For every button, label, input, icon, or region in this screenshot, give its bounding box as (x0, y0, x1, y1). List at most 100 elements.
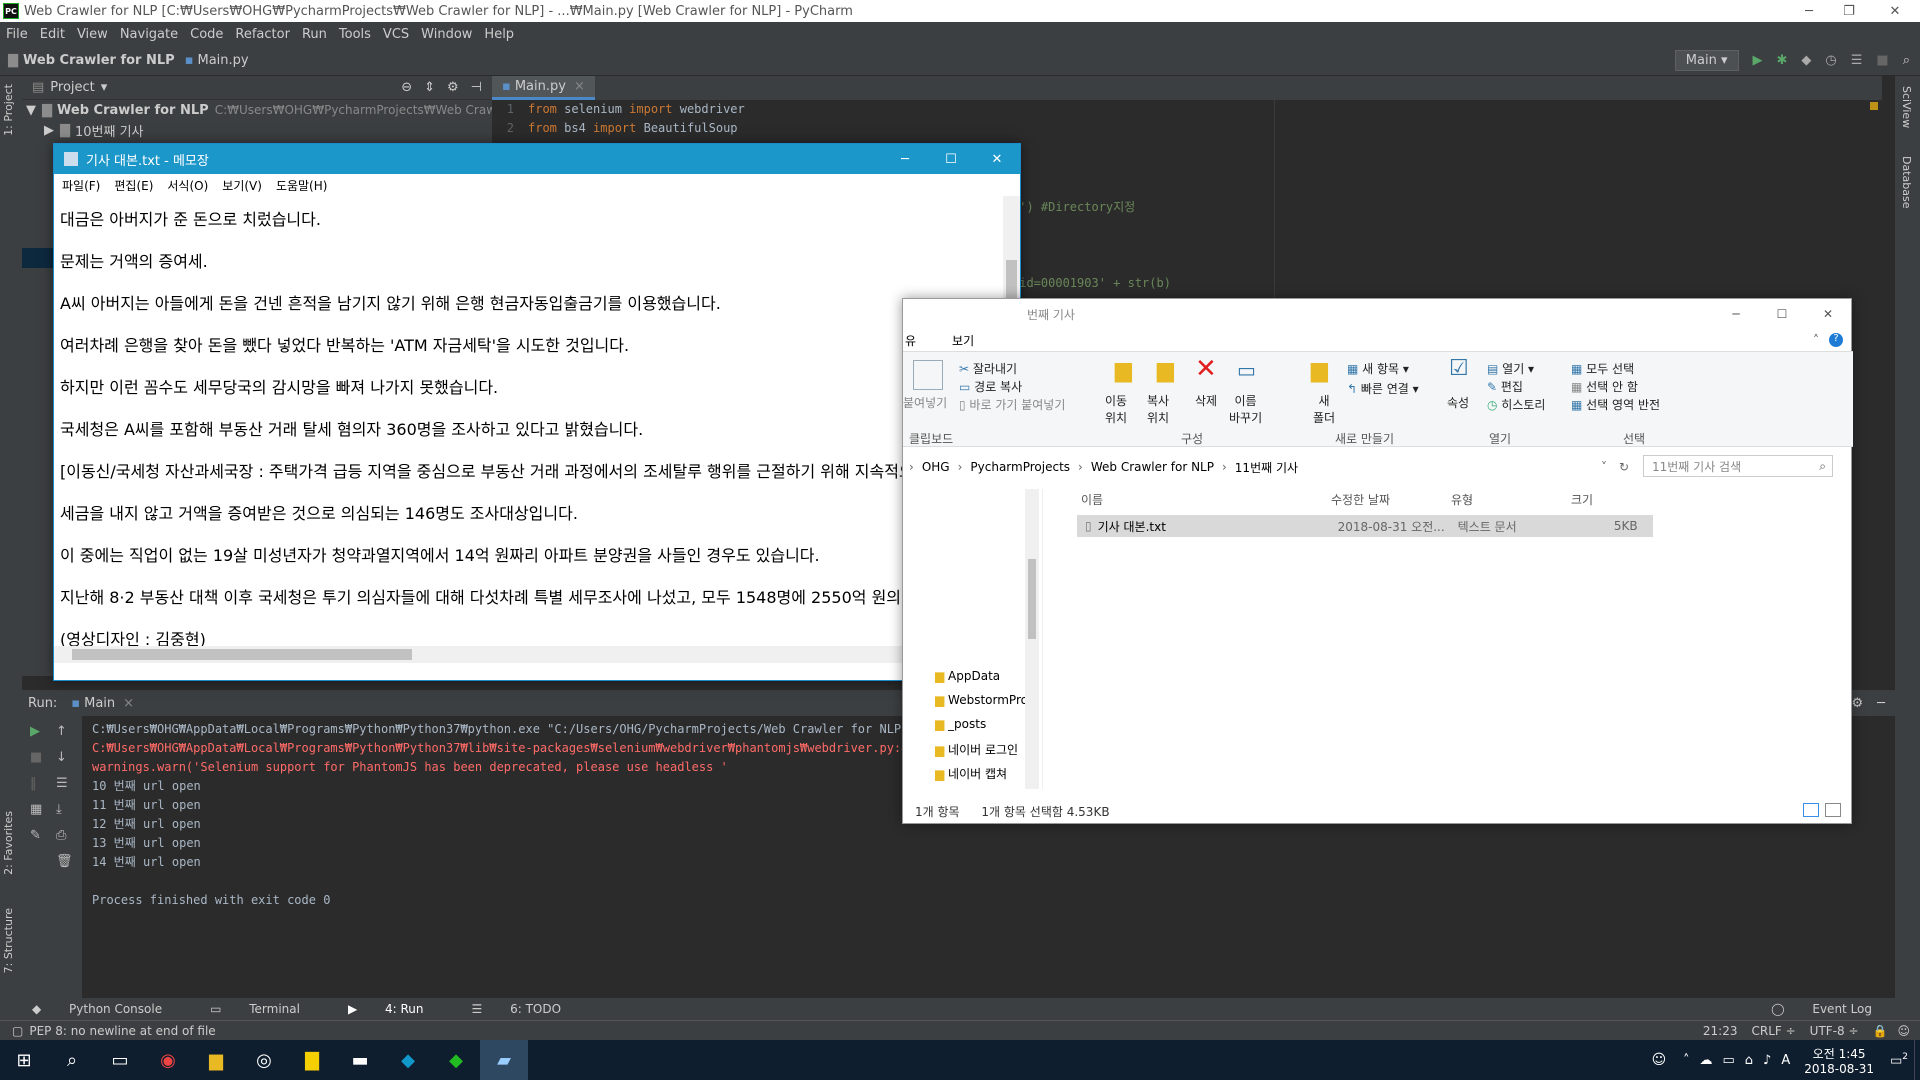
expand-icon[interactable]: ▶ (44, 123, 54, 138)
layout-icon[interactable]: ▦ (30, 802, 42, 817)
people-icon[interactable]: ☺ (1635, 1040, 1683, 1080)
edit-button[interactable]: ✎ 편집 (1487, 378, 1523, 395)
side-tab-favorites[interactable]: 2: Favorites (2, 811, 15, 875)
menu-format[interactable]: 서식(O) (167, 177, 208, 194)
volume-icon[interactable]: ♪ (1763, 1053, 1771, 1068)
run-tab-main[interactable]: Main (84, 696, 115, 711)
network-icon[interactable]: ⌂ (1745, 1053, 1753, 1068)
scroll-thumb[interactable] (1028, 559, 1036, 639)
breadcrumb-project[interactable]: Web Crawler for NLP (23, 53, 175, 68)
tab-terminal[interactable]: ▭ Terminal (210, 1002, 324, 1016)
address-segment[interactable]: Web Crawler for NLP (1091, 460, 1214, 474)
collapse-icon[interactable]: ⊖ (401, 80, 412, 95)
maximize-button[interactable]: ❐ (1826, 0, 1872, 22)
close-button[interactable]: ✕ (974, 152, 1020, 167)
cursor-position[interactable]: 21:23 (1703, 1024, 1738, 1038)
stop-icon[interactable]: ■ (1876, 53, 1888, 68)
menu-help[interactable]: Help (484, 27, 514, 42)
file-encoding[interactable]: UTF-8 ÷ (1810, 1024, 1859, 1038)
lock-icon[interactable]: 🔒 (1873, 1024, 1888, 1038)
maximize-button[interactable]: ☐ (928, 152, 974, 167)
notification-icon[interactable]: ▭2 (1890, 1052, 1908, 1068)
copy-to-button[interactable]: 복사 위치 (1147, 392, 1169, 426)
select-none-button[interactable]: ▦ 선택 안 함 (1571, 378, 1638, 395)
close-tab-icon[interactable]: × (574, 79, 585, 94)
new-item-button[interactable]: ▦ 새 항목 ▾ (1347, 360, 1409, 377)
close-button[interactable]: ✕ (1805, 307, 1851, 321)
battery-icon[interactable]: ▭ (1722, 1053, 1734, 1068)
delete-button[interactable]: 삭제 (1195, 392, 1217, 409)
menu-view[interactable]: View (77, 27, 108, 42)
nav-item[interactable]: ▆ AppData (935, 669, 1000, 683)
chevron-down-icon[interactable]: ▾ (101, 80, 108, 95)
inspector-icon[interactable]: ☺ (1897, 1024, 1910, 1038)
menu-help[interactable]: 도움말(H) (276, 177, 328, 194)
pause-icon[interactable]: ‖ (30, 776, 37, 791)
menu-vcs[interactable]: VCS (383, 27, 409, 42)
ribbon-tab-share[interactable]: 유 (905, 332, 916, 349)
maximize-button[interactable]: ☐ (1759, 307, 1805, 321)
col-type[interactable]: 유형 (1451, 491, 1571, 508)
gear-icon[interactable]: ⚙ (1852, 696, 1864, 711)
task-view-icon[interactable]: ▭ (96, 1040, 144, 1080)
nav-item[interactable]: ▆ WebstormPro (935, 693, 1035, 707)
pin-icon[interactable]: ✎ (30, 828, 41, 843)
nav-scrollbar[interactable] (1025, 489, 1039, 789)
terminal-icon[interactable]: ▬ (336, 1040, 384, 1080)
new-folder-button[interactable]: 새 폴더 (1313, 392, 1335, 426)
large-icons-view-icon[interactable] (1825, 803, 1841, 817)
close-tab-icon[interactable]: × (123, 696, 134, 711)
hide-icon[interactable]: ⊣ (471, 80, 482, 95)
minimize-panel-icon[interactable]: ─ (1877, 696, 1885, 711)
trash-icon[interactable]: 🗑 (56, 854, 73, 869)
show-desktop-button[interactable] (1914, 1040, 1920, 1080)
menu-file[interactable]: File (6, 27, 28, 42)
menu-tools[interactable]: Tools (339, 27, 371, 42)
collapse-ribbon-icon[interactable]: ˄ (1813, 333, 1819, 347)
scroll-from-source-icon[interactable]: ⇕ (424, 80, 435, 95)
rerun-icon[interactable]: ▶ (30, 724, 40, 739)
move-to-button[interactable]: 이동 위치 (1105, 392, 1127, 426)
side-tab-database[interactable]: Database (1900, 156, 1913, 209)
line-separator[interactable]: CRLF ÷ (1751, 1024, 1795, 1038)
nav-item[interactable]: ▆ 네이버 캡쳐 (935, 765, 1007, 782)
clock[interactable]: 오전 1:45 2018-08-31 (1804, 1045, 1874, 1076)
stop-icon[interactable]: ■ (30, 750, 42, 765)
file-explorer-icon[interactable]: ▆ (192, 1040, 240, 1080)
ribbon-tab-view[interactable]: 보기 (952, 332, 974, 349)
menu-navigate[interactable]: Navigate (120, 27, 178, 42)
invert-selection-button[interactable]: ▦ 선택 영역 반전 (1571, 396, 1660, 413)
debug-icon[interactable]: ✱ (1777, 53, 1788, 68)
menu-refactor[interactable]: Refactor (235, 27, 290, 42)
scroll-thumb[interactable] (72, 649, 412, 660)
scroll-end-icon[interactable]: ⤓ (56, 802, 62, 817)
paste-shortcut-button[interactable]: ▯ 바로 가기 붙여넣기 (959, 396, 1065, 413)
webstorm-icon[interactable]: ◆ (384, 1040, 432, 1080)
concurrency-icon[interactable]: ☰ (1851, 53, 1863, 68)
pycharm-icon[interactable]: ◆ (432, 1040, 480, 1080)
warning-marker[interactable] (1870, 102, 1878, 110)
menu-view[interactable]: 보기(V) (222, 177, 262, 194)
editor-tab-main[interactable]: ▪ Main.py × (492, 76, 595, 100)
print-icon[interactable]: ⎙ (56, 828, 66, 843)
onedrive-icon[interactable]: ☁ (1699, 1053, 1712, 1068)
horizontal-scrollbar[interactable] (54, 646, 1004, 663)
col-date[interactable]: 수정한 날짜 (1331, 491, 1451, 508)
minimize-button[interactable]: ─ (1713, 307, 1759, 321)
run-icon[interactable]: ▶ (1753, 53, 1763, 68)
windows-start-icon[interactable]: ⊞ (0, 1040, 48, 1080)
side-tab-sciview-label[interactable]: SciView (1900, 86, 1913, 128)
search-everywhere-icon[interactable]: ⌕ (1903, 53, 1910, 68)
ime-indicator[interactable]: A (1781, 1053, 1790, 1068)
menu-code[interactable]: Code (190, 27, 223, 42)
nav-item[interactable]: ▆ _posts (935, 717, 986, 731)
up-arrow-icon[interactable]: ↑ (56, 724, 67, 739)
address-segment[interactable]: OHG (922, 460, 950, 474)
side-tab-project[interactable]: 1: Project (2, 84, 15, 136)
file-row[interactable]: ▯ 기사 대본.txt 2018-08-31 오전... 텍스트 문서 5KB (1077, 515, 1653, 537)
breadcrumb-file[interactable]: Main.py (198, 53, 249, 68)
address-segment[interactable]: 11번째 기사 (1235, 459, 1298, 476)
project-view-select[interactable]: Project (50, 80, 94, 95)
rename-button[interactable]: 이름 바꾸기 (1229, 392, 1262, 426)
minimize-button[interactable]: ─ (882, 152, 928, 167)
